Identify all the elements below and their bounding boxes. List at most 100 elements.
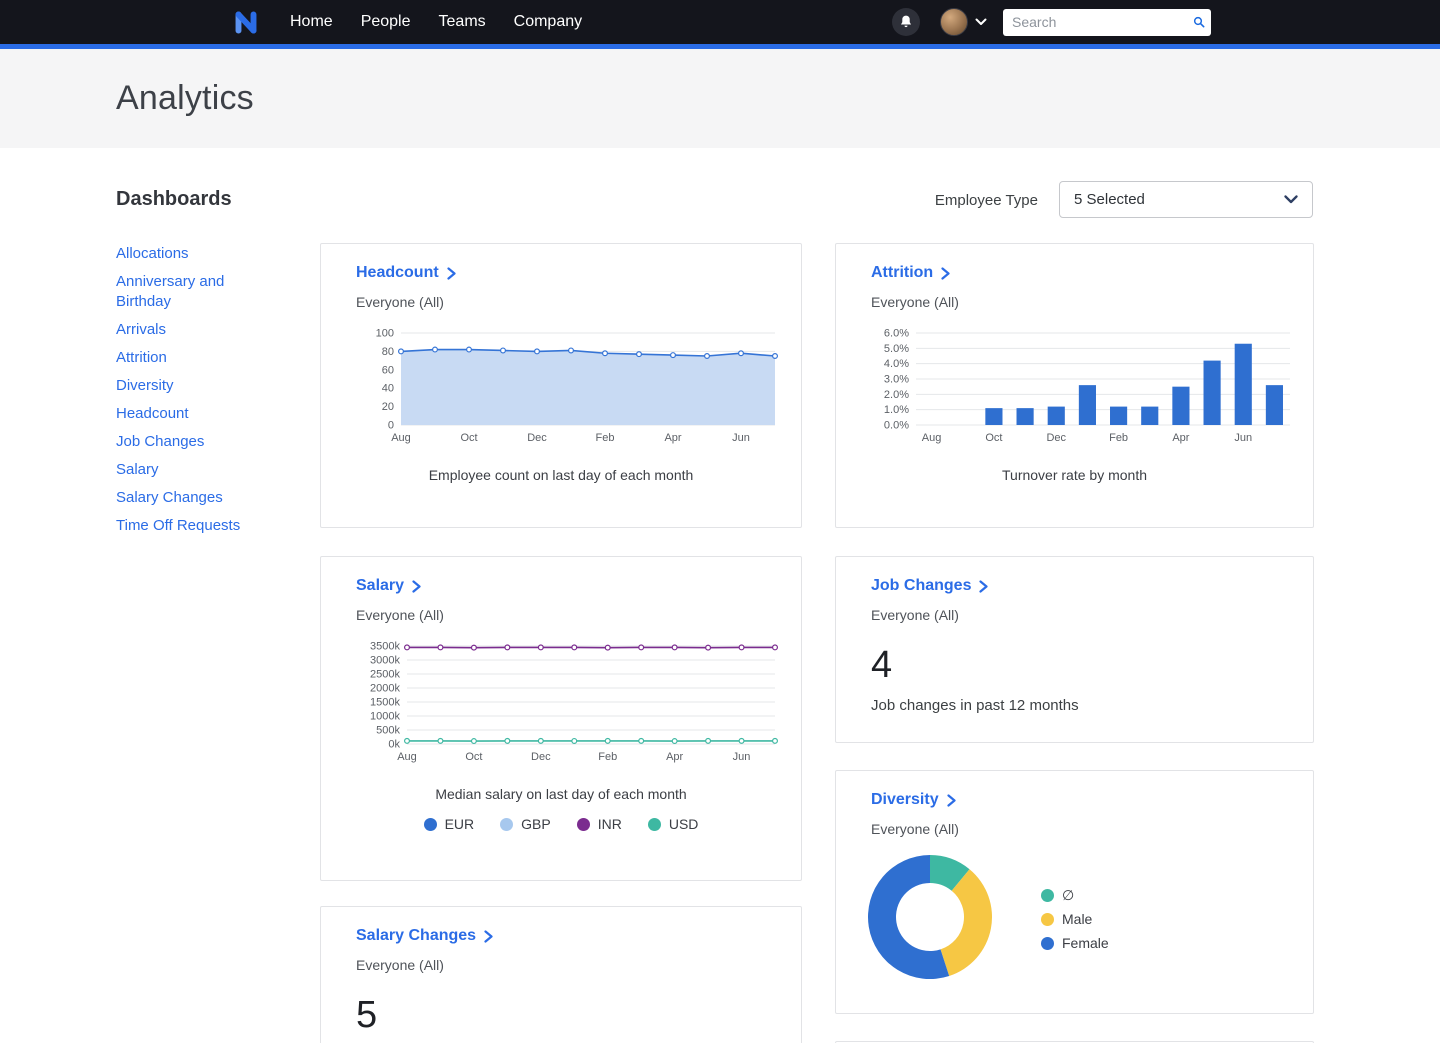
- svg-text:5.0%: 5.0%: [884, 343, 909, 355]
- svg-text:6.0%: 6.0%: [884, 328, 909, 340]
- svg-text:3500k: 3500k: [370, 641, 400, 653]
- svg-text:20: 20: [382, 401, 394, 413]
- svg-text:3000k: 3000k: [370, 655, 400, 667]
- employee-type-dropdown[interactable]: 5 Selected: [1059, 181, 1313, 218]
- avatar[interactable]: [940, 8, 968, 36]
- page-header: Analytics: [0, 49, 1440, 148]
- job-changes-card-title[interactable]: Job Changes: [871, 577, 971, 595]
- headcount-card-title[interactable]: Headcount: [356, 264, 439, 282]
- sidebar-item-arrivals[interactable]: Arrivals: [116, 320, 166, 340]
- svg-text:500k: 500k: [376, 725, 400, 737]
- salary-changes-card-title[interactable]: Salary Changes: [356, 927, 476, 945]
- diversity-donut-chart: [868, 855, 992, 979]
- svg-text:1000k: 1000k: [370, 711, 400, 723]
- chevron-down-icon: [975, 18, 987, 26]
- salary-legend: EUR GBP INR USD: [321, 816, 801, 832]
- svg-text:Apr: Apr: [664, 432, 681, 444]
- job-changes-caption: Job changes in past 12 months: [871, 697, 1313, 714]
- svg-text:2500k: 2500k: [370, 669, 400, 681]
- headcount-area-chart: 020406080100AugOctDecFebAprJun: [343, 327, 783, 445]
- salary-chart-caption: Median salary on last day of each month: [321, 786, 801, 802]
- attrition-card-link[interactable]: Attrition: [836, 244, 1313, 282]
- sidebar-item-diversity[interactable]: Diversity: [116, 376, 174, 396]
- chevron-right-icon: [946, 794, 957, 807]
- legend-item-gbp: GBP: [500, 816, 551, 832]
- primary-nav: Home People Teams Company: [276, 0, 596, 44]
- namely-logo[interactable]: [231, 7, 261, 37]
- legend-label-inr: INR: [598, 816, 622, 832]
- svg-text:80: 80: [382, 346, 394, 358]
- job-changes-value: 4: [871, 645, 1313, 685]
- chevron-right-icon: [483, 930, 494, 943]
- dashboards-nav: Allocations Anniversary and Birthday Arr…: [116, 244, 281, 544]
- svg-text:3.0%: 3.0%: [884, 374, 909, 386]
- page-title: Analytics: [116, 79, 254, 118]
- attrition-bar-chart: 0.0%1.0%2.0%3.0%4.0%5.0%6.0%AugOctDecFeb…: [858, 327, 1298, 445]
- chevron-right-icon: [940, 267, 951, 280]
- notifications-button[interactable]: [892, 8, 920, 36]
- search-icon[interactable]: [1193, 13, 1205, 31]
- salary-card-title[interactable]: Salary: [356, 577, 404, 595]
- attrition-card-title[interactable]: Attrition: [871, 264, 933, 282]
- diversity-card-subtitle: Everyone (All): [836, 809, 1313, 837]
- svg-text:1500k: 1500k: [370, 697, 400, 709]
- avatar-menu-chevron[interactable]: [975, 18, 987, 26]
- salary-line-chart: 0k500k1000k1500k2000k2500k3000k3500kAugO…: [343, 640, 783, 764]
- nav-item-teams[interactable]: Teams: [425, 0, 500, 44]
- sidebar-item-time-off-requests[interactable]: Time Off Requests: [116, 516, 240, 536]
- top-navbar: Home People Teams Company: [0, 0, 1440, 44]
- attrition-card-subtitle: Everyone (All): [836, 282, 1313, 310]
- search-input[interactable]: [1012, 14, 1193, 30]
- chevron-right-icon: [411, 580, 422, 593]
- chevron-right-icon: [978, 580, 989, 593]
- svg-text:60: 60: [382, 364, 394, 376]
- search-box: [1003, 9, 1211, 36]
- legend-item-male: Male: [1041, 907, 1109, 931]
- svg-text:Dec: Dec: [531, 751, 551, 763]
- sidebar-item-salary-changes[interactable]: Salary Changes: [116, 488, 223, 508]
- sidebar-item-anniversary-and-birthday[interactable]: Anniversary and Birthday: [116, 272, 281, 312]
- svg-text:Apr: Apr: [1172, 432, 1189, 444]
- salary-card-link[interactable]: Salary: [321, 557, 801, 595]
- legend-dot-null: [1041, 889, 1054, 902]
- headcount-chart-caption: Employee count on last day of each month: [321, 467, 801, 483]
- diversity-card-link[interactable]: Diversity: [836, 771, 1313, 809]
- nav-item-company[interactable]: Company: [500, 0, 596, 44]
- salary-card-subtitle: Everyone (All): [321, 595, 801, 623]
- headcount-card-subtitle: Everyone (All): [321, 282, 801, 310]
- headcount-card-link[interactable]: Headcount: [321, 244, 801, 282]
- salary-card: Salary Everyone (All) 0k500k1000k1500k20…: [320, 556, 802, 881]
- main-content: Dashboards Allocations Anniversary and B…: [0, 148, 1440, 1043]
- svg-text:Jun: Jun: [732, 432, 750, 444]
- salary-changes-card-link[interactable]: Salary Changes: [321, 907, 801, 945]
- nav-item-home[interactable]: Home: [276, 0, 347, 44]
- job-changes-card-link[interactable]: Job Changes: [836, 557, 1313, 595]
- svg-text:100: 100: [376, 328, 394, 340]
- job-changes-card-subtitle: Everyone (All): [836, 595, 1313, 623]
- job-changes-card: Job Changes Everyone (All) 4 Job changes…: [835, 556, 1314, 743]
- navbar-right-group: [892, 0, 1211, 44]
- sidebar-item-allocations[interactable]: Allocations: [116, 244, 189, 264]
- salary-changes-card: Salary Changes Everyone (All) 5: [320, 906, 802, 1043]
- sidebar-item-attrition[interactable]: Attrition: [116, 348, 167, 368]
- legend-label-male: Male: [1062, 911, 1092, 927]
- svg-text:Dec: Dec: [1046, 432, 1066, 444]
- svg-text:Aug: Aug: [391, 432, 411, 444]
- sidebar-item-job-changes[interactable]: Job Changes: [116, 432, 204, 452]
- legend-label-null: ∅: [1062, 887, 1074, 904]
- nav-item-people[interactable]: People: [347, 0, 425, 44]
- diversity-card: Diversity Everyone (All) ∅ Male Female: [835, 770, 1314, 1014]
- employee-type-label: Employee Type: [878, 192, 1038, 209]
- svg-text:40: 40: [382, 383, 394, 395]
- legend-dot-usd: [648, 818, 661, 831]
- sidebar-item-salary[interactable]: Salary: [116, 460, 159, 480]
- legend-label-female: Female: [1062, 935, 1109, 951]
- diversity-card-title[interactable]: Diversity: [871, 791, 939, 809]
- legend-dot-female: [1041, 937, 1054, 950]
- legend-item-usd: USD: [648, 816, 699, 832]
- sidebar-item-headcount[interactable]: Headcount: [116, 404, 189, 424]
- svg-text:2000k: 2000k: [370, 683, 400, 695]
- legend-dot-gbp: [500, 818, 513, 831]
- svg-text:2.0%: 2.0%: [884, 389, 909, 401]
- legend-item-eur: EUR: [424, 816, 475, 832]
